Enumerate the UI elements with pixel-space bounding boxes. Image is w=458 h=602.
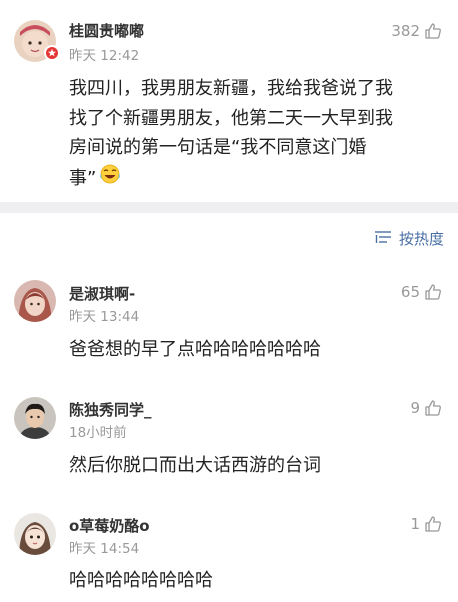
reply-text: 爸爸想的早了点哈哈哈哈哈哈哈 xyxy=(69,339,321,360)
comment-line: 找了个新疆男朋友，他第二天一大早到我 xyxy=(69,107,393,129)
thumbs-up-icon xyxy=(424,283,442,301)
comment-line: 房间说的第一句话是“我不同意这门婚 xyxy=(69,137,367,158)
reply-text: 哈哈哈哈哈哈哈哈 xyxy=(69,570,213,591)
avatar[interactable] xyxy=(14,280,56,322)
username[interactable]: 桂圆贵嘟嘟 xyxy=(69,20,144,41)
username[interactable]: 陈独秀同学_ xyxy=(69,399,152,420)
like-button[interactable]: 65 xyxy=(401,283,442,301)
comment-line: 我四川，我男朋友新疆，我给我爸说了我 xyxy=(69,78,393,99)
like-count: 65 xyxy=(400,283,420,301)
like-count: 1 xyxy=(410,515,420,533)
like-button[interactable]: 382 xyxy=(391,22,442,40)
thumbs-up-icon xyxy=(424,399,442,417)
thumbs-up-icon xyxy=(424,515,442,533)
username[interactable]: 是淑琪啊- xyxy=(69,283,135,304)
verified-badge xyxy=(44,45,60,61)
username[interactable]: o草莓奶酪o xyxy=(69,515,150,536)
timestamp: 昨天 13:44 xyxy=(69,309,140,325)
like-count: 382 xyxy=(391,22,420,40)
avatar[interactable] xyxy=(14,397,56,439)
sort-by-hot-button[interactable]: 按热度 xyxy=(373,228,444,249)
timestamp: 昨天 14:54 xyxy=(69,541,140,557)
laughing-crying-face-icon xyxy=(98,163,122,195)
thumbs-up-icon xyxy=(424,22,442,40)
like-count: 9 xyxy=(410,399,420,417)
section-divider xyxy=(0,202,458,213)
avatar[interactable] xyxy=(14,513,56,555)
sort-label: 按热度 xyxy=(398,230,444,248)
reply-text: 然后你脱口而出大话西游的台词 xyxy=(69,455,321,476)
sort-lines-icon xyxy=(373,229,393,249)
timestamp: 18小时前 xyxy=(69,425,127,441)
timestamp: 昨天 12:42 xyxy=(69,48,140,64)
comment-line: 事” xyxy=(69,167,97,189)
like-button[interactable]: 1 xyxy=(410,515,442,533)
like-button[interactable]: 9 xyxy=(410,399,442,417)
comment-text: 我四川，我男朋友新疆，我给我爸说了我 找了个新疆男朋友，他第二天一大早到我 房间… xyxy=(69,74,449,194)
